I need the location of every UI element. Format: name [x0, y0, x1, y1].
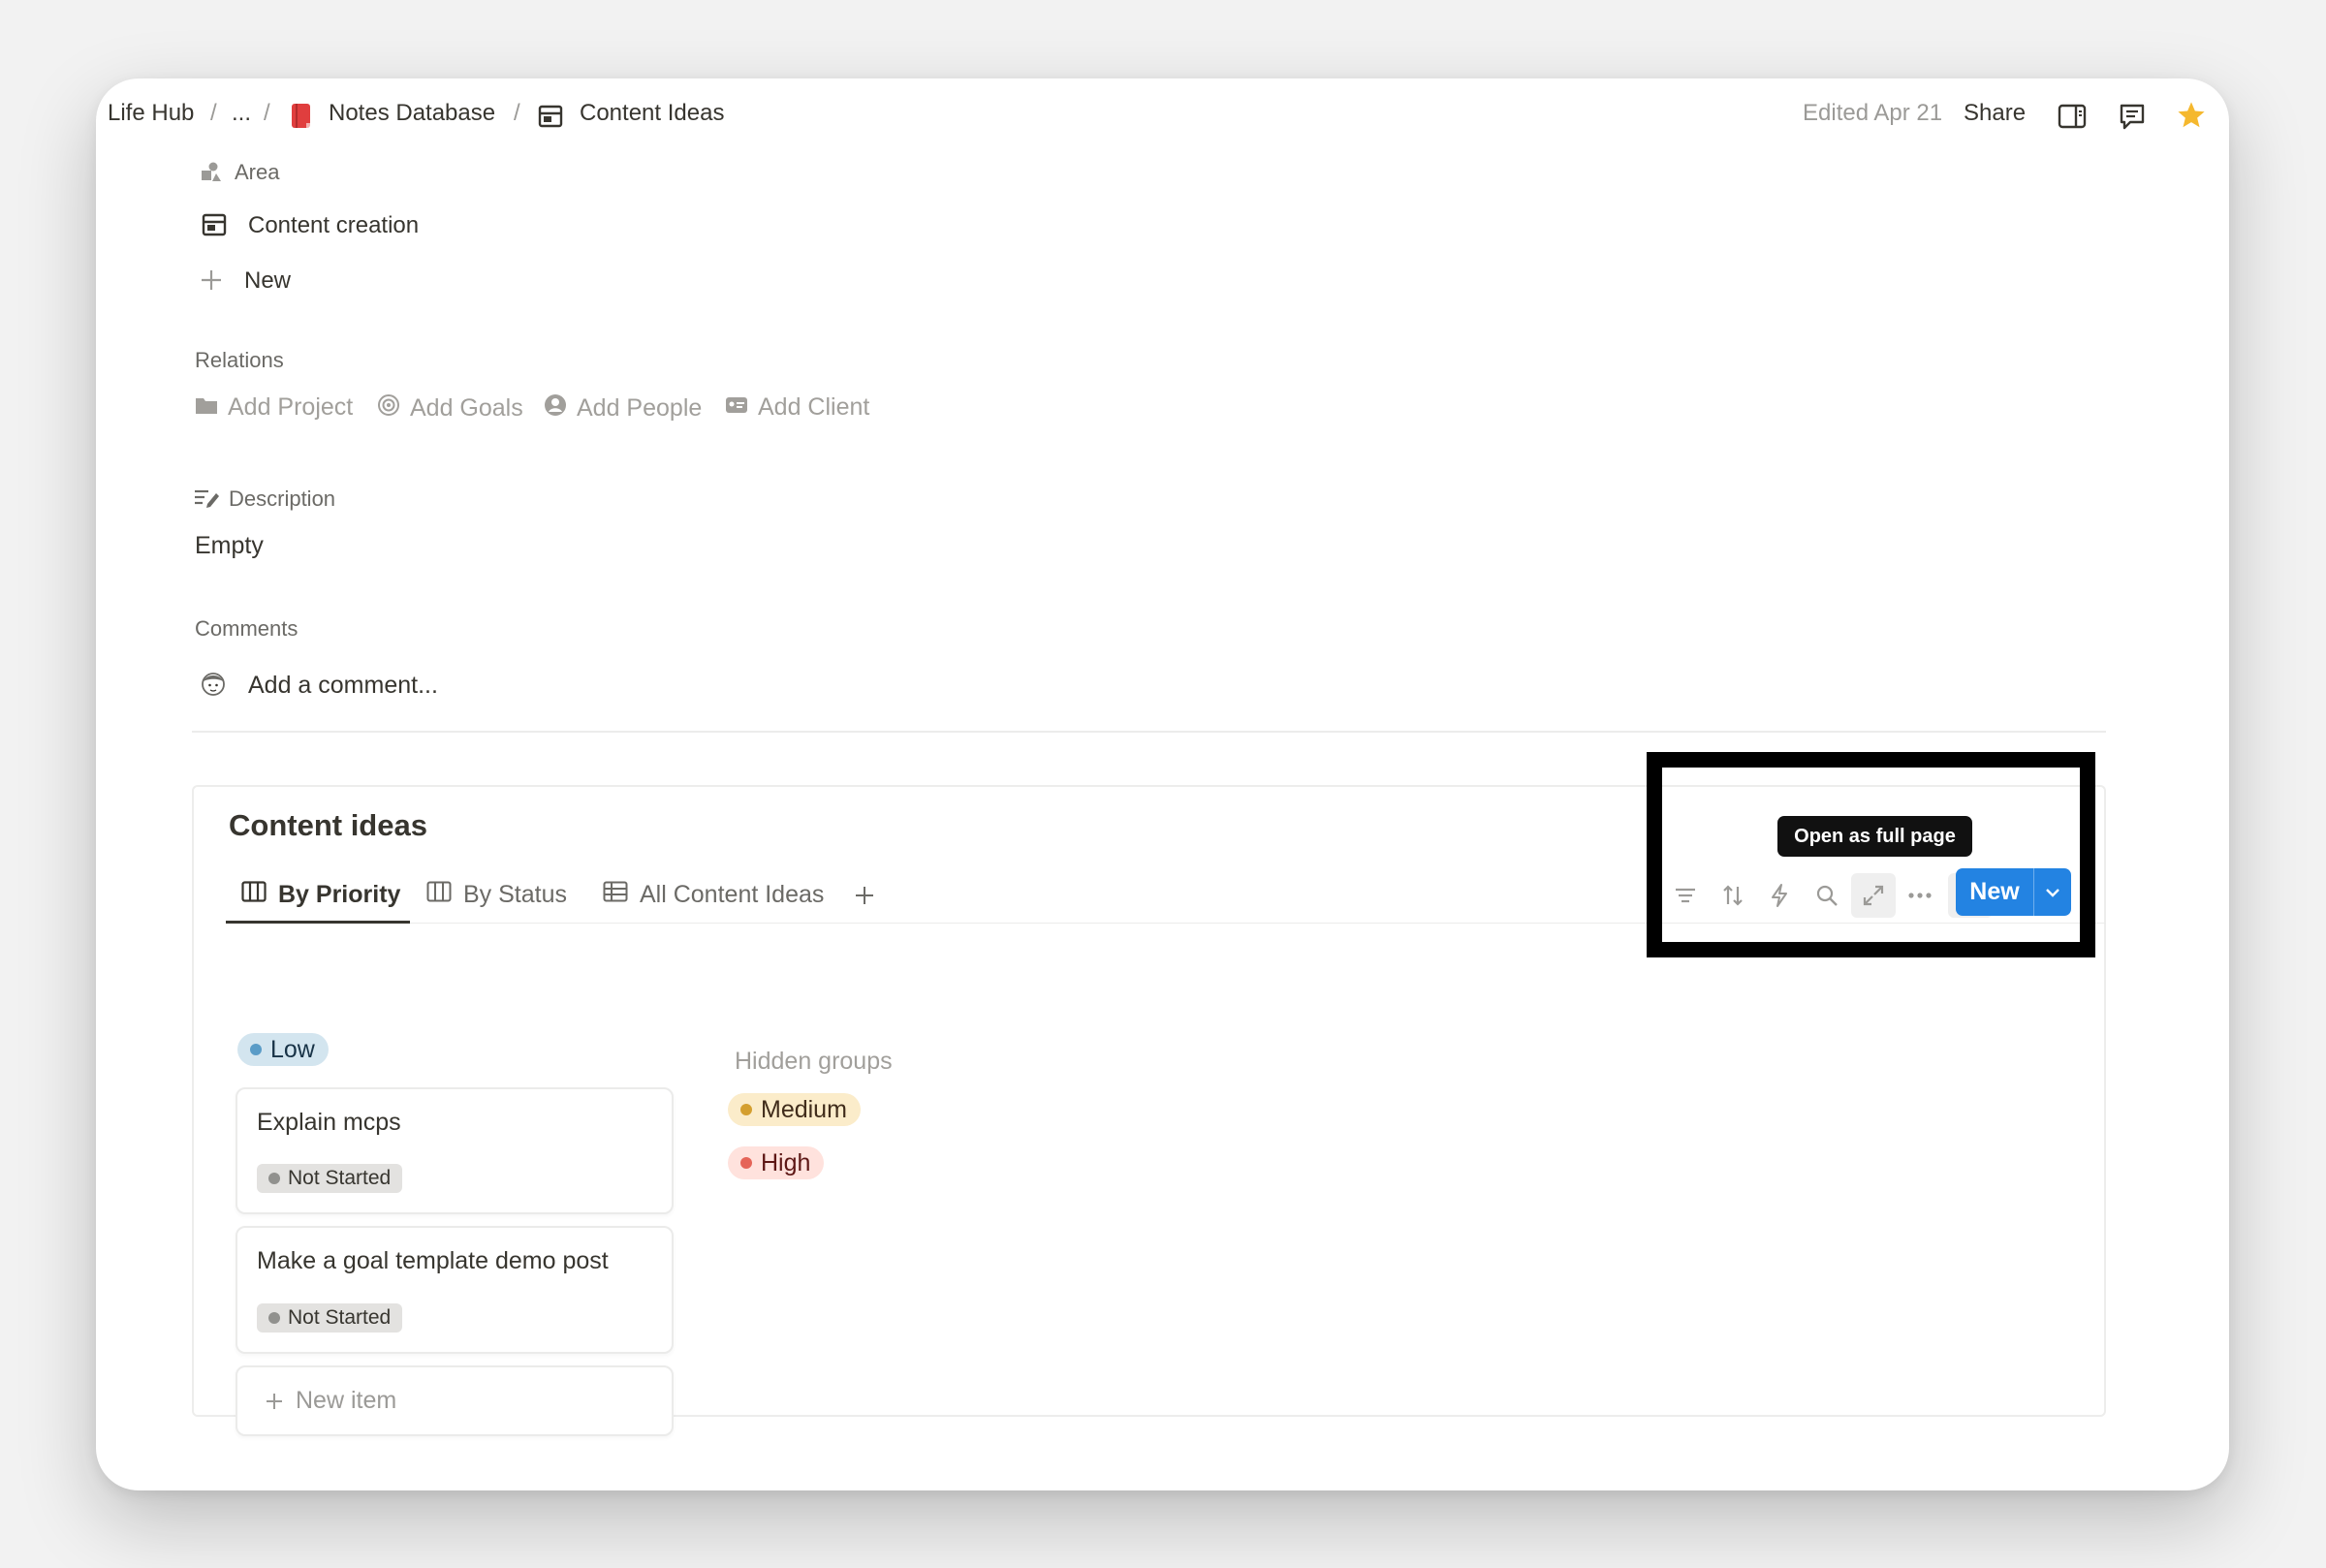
edited-timestamp: Edited Apr 21: [1803, 100, 1943, 126]
add-people-label: Add People: [577, 394, 703, 422]
add-goals-button[interactable]: Add Goals: [377, 393, 523, 423]
group-name: Low: [270, 1035, 315, 1063]
top-bar: Life Hub / ... / Notes Database / Conten…: [96, 78, 2229, 156]
color-dot: [250, 1044, 262, 1055]
group-name: Medium: [761, 1095, 847, 1123]
status-badge: Not Started: [257, 1164, 403, 1193]
hidden-groups-label: Hidden groups: [735, 1048, 893, 1075]
hidden-group-high[interactable]: High: [728, 1146, 825, 1179]
page-layout-icon: [201, 212, 228, 237]
breadcrumb-content-ideas[interactable]: Content Ideas: [580, 100, 724, 127]
tab-label: By Priority: [278, 880, 401, 908]
tab-by-priority[interactable]: By Priority: [241, 875, 400, 914]
plus-icon: [199, 267, 224, 293]
app-window: Life Hub / ... / Notes Database / Conten…: [96, 78, 2229, 1490]
target-icon: [377, 393, 400, 423]
add-client-label: Add Client: [758, 393, 870, 421]
new-item-label: New item: [296, 1387, 397, 1414]
area-shapes-icon: [199, 160, 224, 185]
add-new-area-button[interactable]: New: [244, 267, 291, 295]
highlight-annotation-box: [1647, 752, 2095, 957]
tab-all-content-ideas[interactable]: All Content Ideas: [603, 875, 824, 914]
description-value[interactable]: Empty: [195, 532, 264, 560]
active-tab-indicator: [226, 921, 410, 924]
description-label: Description: [229, 486, 336, 511]
status-dot: [268, 1312, 280, 1324]
section-divider: [192, 731, 2106, 733]
comment-icon[interactable]: [2116, 100, 2149, 133]
group-header-low[interactable]: Low: [237, 1033, 329, 1066]
hidden-group-medium[interactable]: Medium: [728, 1093, 861, 1126]
status-badge: Not Started: [257, 1303, 403, 1333]
add-client-button[interactable]: Add Client: [725, 393, 869, 422]
area-label: Area: [235, 160, 280, 184]
share-button[interactable]: Share: [1964, 100, 2026, 127]
breadcrumb-separator: /: [264, 100, 270, 126]
status-label: Not Started: [288, 1306, 392, 1329]
relations-heading: Relations: [195, 348, 284, 372]
board-icon: [426, 881, 452, 909]
breadcrumb-separator: /: [210, 100, 217, 126]
add-view-icon[interactable]: [852, 883, 877, 908]
group-name: High: [761, 1148, 811, 1176]
database-title[interactable]: Content ideas: [229, 808, 427, 843]
card-title: Explain mcps: [257, 1109, 401, 1136]
status-dot: [268, 1173, 280, 1184]
color-dot: [740, 1157, 752, 1169]
breadcrumb-notes-database[interactable]: Notes Database: [329, 100, 495, 127]
board-card[interactable]: Explain mcps Not Started: [236, 1087, 674, 1214]
description-icon: [193, 486, 220, 510]
table-icon: [603, 881, 628, 909]
plus-icon: [265, 1392, 284, 1411]
status-label: Not Started: [288, 1167, 392, 1189]
folder-icon: [195, 393, 218, 422]
avatar: [200, 670, 227, 699]
sidebar-panel-icon[interactable]: [2056, 100, 2089, 133]
area-value-content-creation[interactable]: Content creation: [248, 212, 419, 239]
new-item-button[interactable]: New item: [236, 1365, 674, 1436]
comments-heading: Comments: [195, 616, 299, 641]
add-goals-label: Add Goals: [410, 394, 523, 422]
add-people-button[interactable]: Add People: [544, 393, 702, 423]
board-icon: [241, 880, 267, 909]
breadcrumb-separator: /: [514, 100, 520, 126]
book-icon: [289, 102, 314, 129]
comment-input[interactable]: Add a comment...: [248, 672, 438, 700]
breadcrumb-life-hub[interactable]: Life Hub: [108, 100, 194, 127]
tab-label: By Status: [463, 880, 567, 908]
tab-by-status[interactable]: By Status: [426, 875, 567, 914]
person-icon: [544, 393, 567, 423]
color-dot: [740, 1104, 752, 1115]
breadcrumb-ellipsis[interactable]: ...: [232, 100, 251, 127]
tab-label: All Content Ideas: [640, 880, 825, 908]
add-project-button[interactable]: Add Project: [195, 393, 353, 422]
board-card[interactable]: Make a goal template demo post Not Start…: [236, 1226, 674, 1354]
page-layout-icon: [537, 104, 564, 129]
add-project-label: Add Project: [228, 393, 354, 421]
contact-card-icon: [725, 393, 748, 422]
star-icon[interactable]: [2174, 98, 2209, 133]
card-title: Make a goal template demo post: [257, 1247, 609, 1274]
